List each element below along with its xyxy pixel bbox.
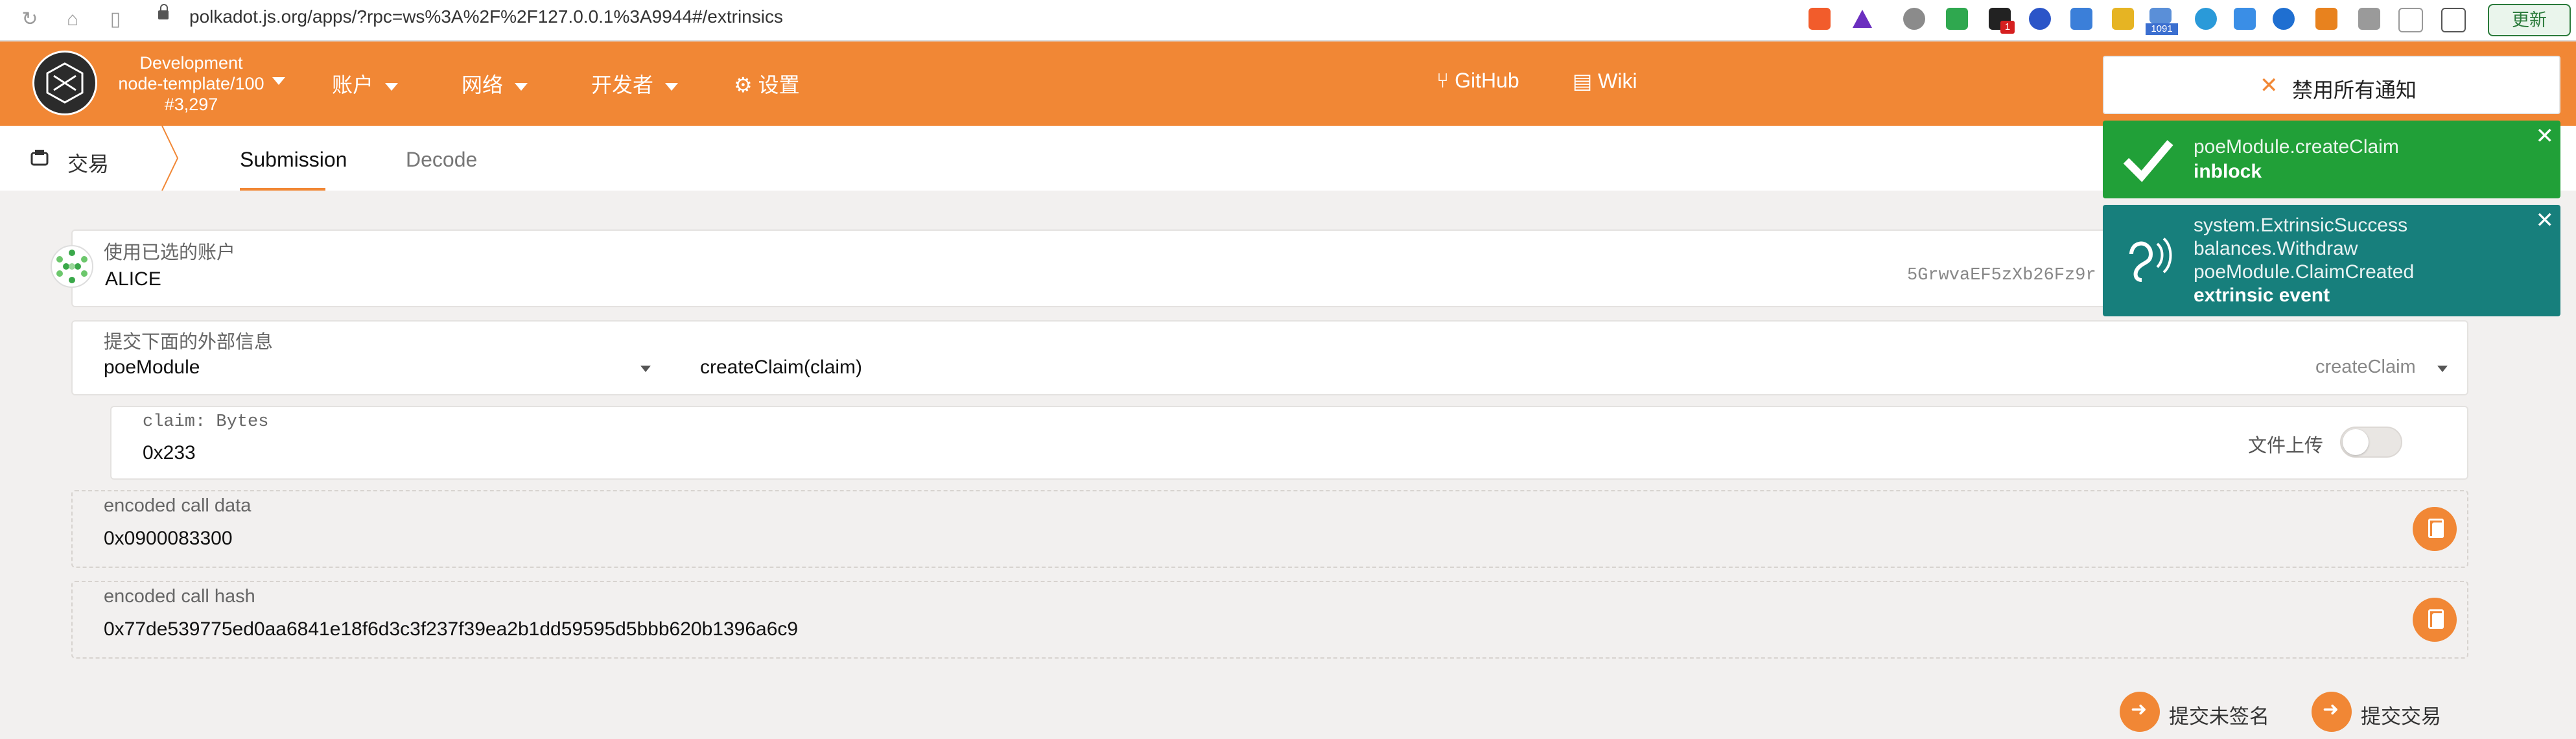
- chevron-down-icon: [665, 82, 679, 91]
- call-dropdown[interactable]: createClaim(claim): [700, 357, 862, 379]
- submit-transaction-label: 提交交易: [2361, 705, 2441, 728]
- notification-inblock: poeModule.createClaim inblock ✕: [2103, 121, 2560, 198]
- puzzle-icon[interactable]: [2358, 8, 2380, 30]
- file-upload-toggle[interactable]: [2340, 427, 2402, 458]
- disable-notifications-button[interactable]: ✕ 禁用所有通知: [2103, 56, 2560, 114]
- claim-param: claim: Bytes 0x233 文件上传: [110, 406, 2468, 480]
- sign-in-icon: [2120, 692, 2160, 732]
- metamask-icon[interactable]: [2315, 8, 2337, 30]
- extension-icon-1[interactable]: [1903, 8, 1925, 30]
- chevron-down-icon: [385, 82, 399, 91]
- account-identicon: [51, 245, 93, 288]
- node-name[interactable]: node-template/100: [104, 73, 279, 95]
- bookmark-icon[interactable]: ▯: [102, 5, 128, 34]
- wallet-icon[interactable]: [2441, 8, 2466, 32]
- event-line: poeModule.ClaimCreated: [2194, 261, 2415, 283]
- submit-unsigned-button[interactable]: 提交未签名: [2120, 690, 2282, 735]
- menu-developer[interactable]: 开发者: [591, 69, 679, 99]
- call-selector-label[interactable]: createClaim: [2315, 357, 2416, 378]
- file-upload-label: 文件上传: [2248, 436, 2324, 456]
- tab-decode[interactable]: Decode: [406, 148, 477, 172]
- breadcrumb-separator: [161, 126, 179, 191]
- brave-shield-icon[interactable]: [1809, 8, 1831, 30]
- extrinsic-label: 提交下面的外部信息: [104, 332, 274, 353]
- event-line: system.ExtrinsicSuccess: [2194, 215, 2408, 236]
- close-icon: ✕: [2260, 73, 2278, 98]
- toggle-knob: [2343, 429, 2369, 455]
- extension-badge-1091: 1091: [2146, 23, 2178, 35]
- extension-icon-3[interactable]: [2029, 8, 2051, 30]
- menu-accounts[interactable]: 账户: [332, 69, 399, 99]
- chain-name[interactable]: Development: [104, 52, 279, 74]
- submit-unsigned-label: 提交未签名: [2169, 705, 2269, 728]
- encoded-call-hash-value: 0x77de539775ed0aa6841e18f6d3c3f237f39ea2…: [104, 618, 799, 640]
- gears-icon: ⚙: [734, 73, 758, 97]
- account-address: 5GrwvaEF5zXb26Fz9r: [1907, 266, 2096, 285]
- disable-notifications-label: 禁用所有通知: [2292, 78, 2417, 102]
- claim-label: claim: Bytes: [143, 412, 269, 432]
- extrinsic-selector: 提交下面的外部信息 poeModule createClaim(claim) c…: [71, 320, 2468, 395]
- extension-badge: 1: [2000, 21, 2015, 34]
- claim-input[interactable]: 0x233: [143, 442, 196, 464]
- notification-status: inblock: [2194, 161, 2262, 182]
- browser-toolbar: ↻ ⌂ ▯ polkadot.js.org/apps/?rpc=ws%3A%2F…: [0, 0, 2576, 41]
- home-icon[interactable]: ⌂: [60, 5, 86, 34]
- shield-extension-icon[interactable]: [1946, 8, 1968, 30]
- transaction-icon: [30, 148, 49, 167]
- module-dropdown[interactable]: poeModule: [104, 357, 200, 379]
- extension-icon-5[interactable]: [2149, 8, 2172, 23]
- block-number: #3,297: [164, 95, 218, 114]
- menu-network[interactable]: 网络: [462, 69, 528, 99]
- account-label: 使用已选的账户: [104, 242, 236, 263]
- reload-icon[interactable]: ↻: [17, 5, 43, 34]
- sign-in-icon: [2312, 692, 2352, 732]
- check-icon: [2123, 140, 2173, 182]
- encoded-call-data-label: encoded call data: [104, 495, 252, 516]
- notification-events: system.ExtrinsicSuccess balances.Withdra…: [2103, 205, 2560, 316]
- copy-icon[interactable]: [2413, 507, 2457, 551]
- event-line: balances.Withdraw: [2194, 238, 2358, 259]
- encoded-call-hash-label: encoded call hash: [104, 586, 255, 607]
- close-icon[interactable]: ✕: [2536, 207, 2555, 233]
- active-tab-indicator: [240, 188, 325, 191]
- github-branch-icon: ⑂: [1436, 69, 1455, 92]
- chevron-down-icon[interactable]: [272, 77, 285, 85]
- extension-icon-6[interactable]: [2234, 8, 2256, 30]
- copy-icon[interactable]: [2413, 598, 2457, 642]
- page-title: 交易: [67, 152, 110, 176]
- address-bar[interactable]: polkadot.js.org/apps/?rpc=ws%3A%2F%2F127…: [189, 6, 783, 27]
- tab-submission[interactable]: Submission: [240, 148, 347, 172]
- wiki-link[interactable]: ▤ Wiki: [1573, 69, 1637, 93]
- notification-title: poeModule.createClaim: [2194, 136, 2399, 158]
- lock-icon: [158, 4, 169, 19]
- menu-settings[interactable]: ⚙ 设置: [734, 69, 800, 99]
- encoded-call-hash: encoded call hash 0x77de539775ed0aa6841e…: [71, 581, 2468, 659]
- playlist-icon[interactable]: [2398, 8, 2423, 32]
- update-button[interactable]: 更新: [2488, 4, 2571, 36]
- submit-transaction-button[interactable]: 提交交易: [2312, 690, 2454, 735]
- encoded-call-data-value: 0x0900083300: [104, 528, 233, 549]
- chevron-down-icon: [515, 82, 528, 91]
- chevron-down-icon[interactable]: [640, 366, 651, 372]
- account-selector[interactable]: 使用已选的账户 ALICE 5GrwvaEF5zXb26Fz9r: [71, 229, 2146, 307]
- book-icon: ▤: [1573, 69, 1598, 93]
- polkadot-logo[interactable]: [32, 51, 97, 115]
- account-name: ALICE: [105, 268, 161, 290]
- translate-icon[interactable]: [2070, 8, 2092, 30]
- brave-rewards-icon[interactable]: [1851, 8, 1873, 30]
- close-icon[interactable]: ✕: [2536, 123, 2555, 149]
- extension-icon-4[interactable]: [2112, 8, 2134, 30]
- encoded-call-data: encoded call data 0x0900083300: [71, 490, 2468, 568]
- listen-icon: [2129, 237, 2172, 282]
- chevron-down-icon[interactable]: [2437, 366, 2448, 372]
- extension-icon-7[interactable]: [2273, 8, 2295, 30]
- notification-status: extrinsic event: [2194, 285, 2330, 306]
- github-link[interactable]: ⑂ GitHub: [1436, 69, 1519, 93]
- settings-extension-icon[interactable]: [2195, 8, 2217, 30]
